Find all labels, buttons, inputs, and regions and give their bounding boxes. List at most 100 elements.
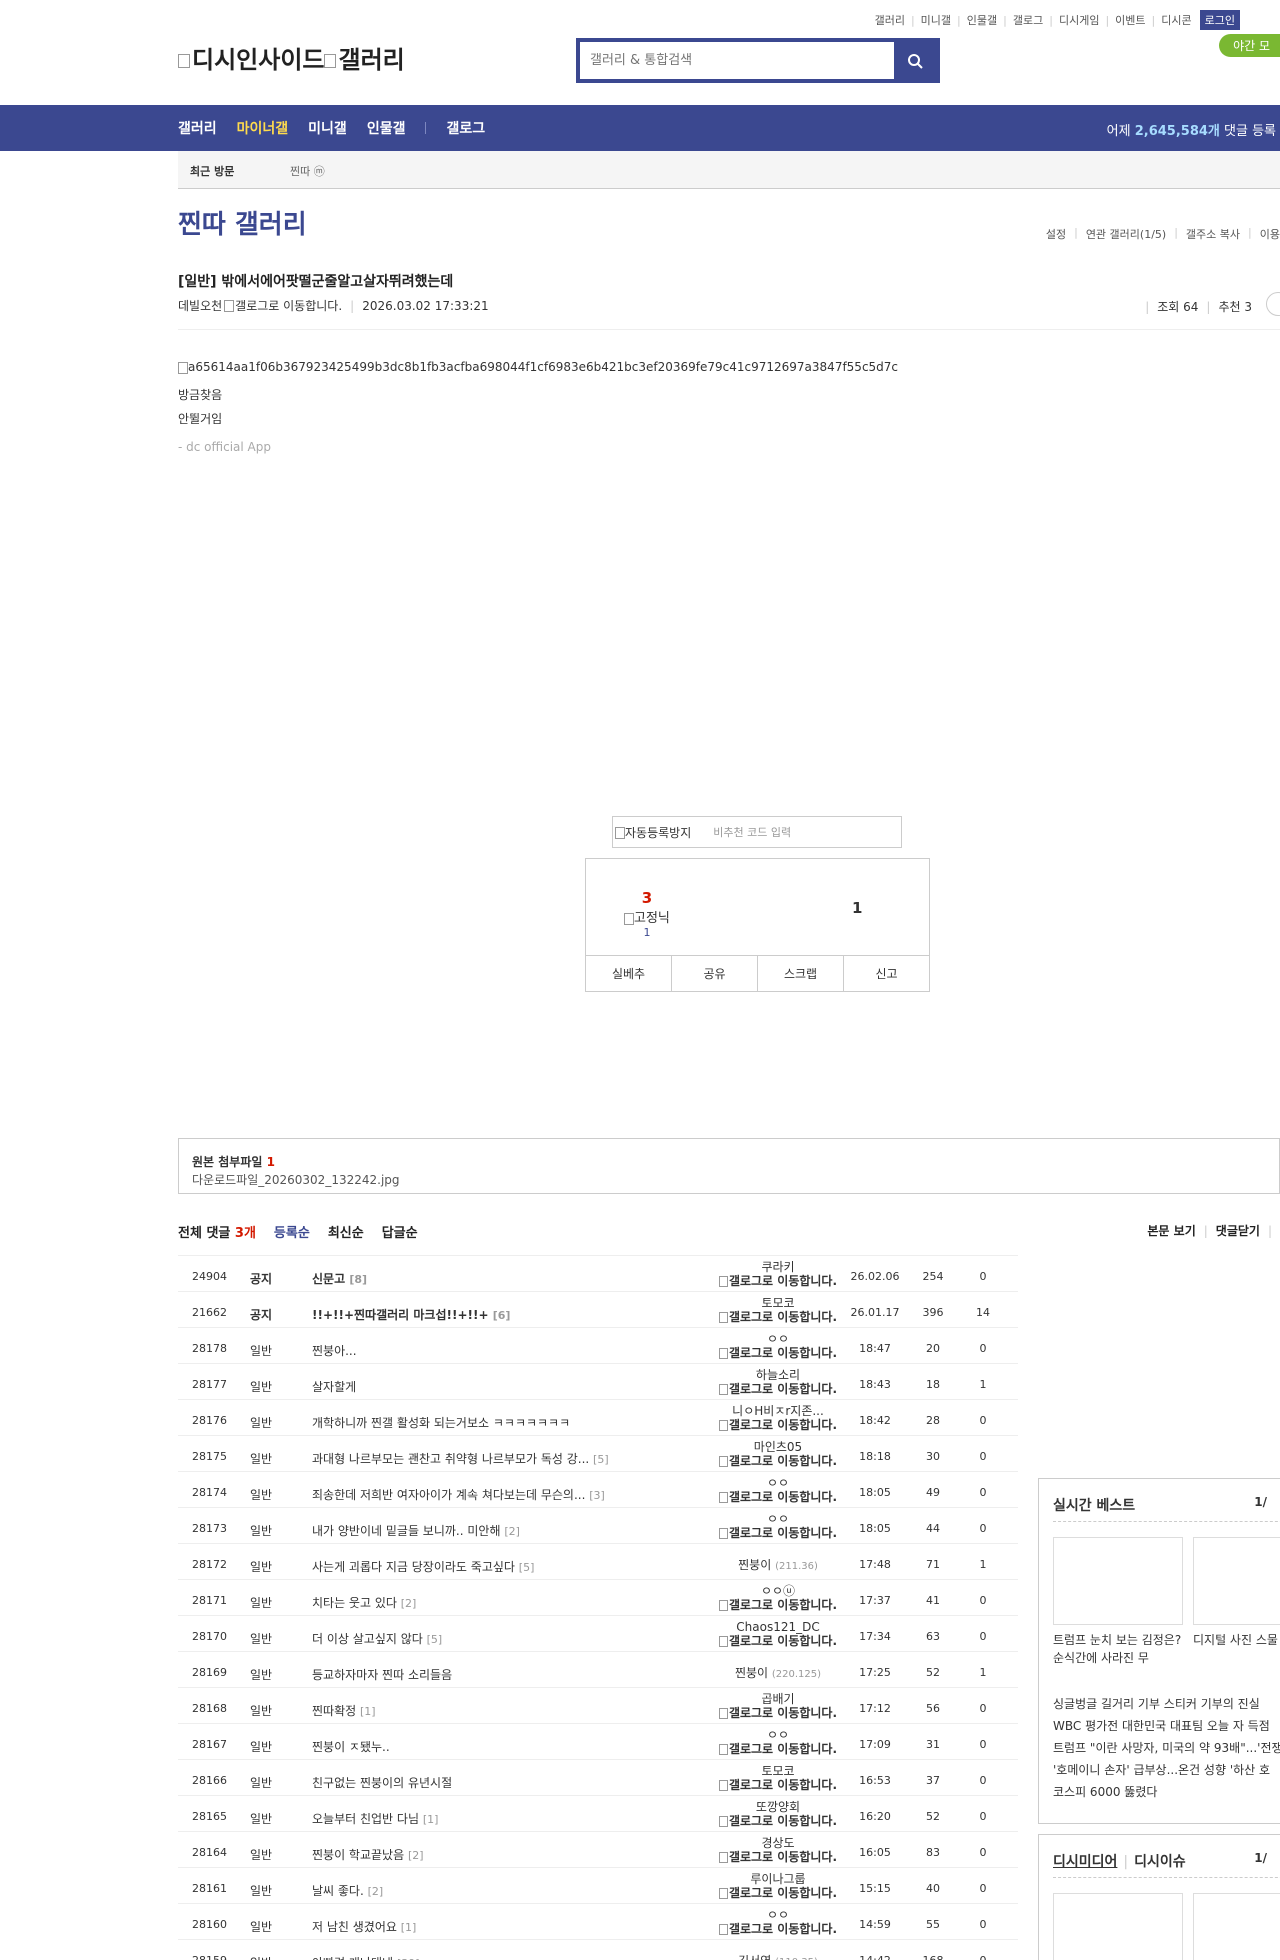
recommend-up[interactable]: 3 고정닉 1	[624, 889, 670, 939]
post-title-link[interactable]: 내가 양반이네 밑글들 보니까.. 미안해 [2]	[312, 1522, 652, 1539]
post-title-link[interactable]: 과대형 나르부모는 괜찬고 취약형 나르부모가 독성 강... [5]	[312, 1450, 652, 1467]
galog-icon[interactable]	[718, 1276, 728, 1287]
post-title-link[interactable]: !!+!!+찐따갤러리 마크섭!!+!!+ [6]	[312, 1306, 652, 1323]
table-row[interactable]: 28169 일반 등교하자마자 찐따 소리들음 찐붕이 (220.125) 17:25 5…	[178, 1652, 1018, 1688]
galog-icon[interactable]	[718, 1312, 728, 1323]
post-writer[interactable]: 마인츠05 갤로그로 이동합니다.	[718, 1440, 838, 1468]
nav-minor-gallery[interactable]: 마이너갤	[237, 118, 289, 138]
post-title-link[interactable]: 찐붕이 ㅈ됐누..	[312, 1738, 652, 1755]
nav-person-gallery[interactable]: 인물갤	[367, 118, 406, 138]
galog-icon[interactable]	[718, 1924, 728, 1935]
copy-address-link[interactable]: 갤주소 복사	[1186, 226, 1240, 242]
attachment-file[interactable]: 다운로드파일_20260302_132242.jpg	[192, 1171, 400, 1188]
comment-count[interactable]: [2]	[401, 1597, 417, 1610]
table-row[interactable]: 21662 공지 !!+!!+찐따갤러리 마크섭!!+!!+ [6] 토모코 갤로그로 …	[178, 1292, 1018, 1328]
login-button[interactable]: 로그인	[1199, 10, 1240, 30]
post-title-link[interactable]: 사는게 괴롭다 지금 당장이라도 죽고싶다 [5]	[312, 1558, 652, 1575]
galog-icon[interactable]	[718, 1708, 728, 1719]
galog-icon[interactable]	[718, 1348, 728, 1359]
top-link[interactable]: 디시콘	[1161, 12, 1191, 28]
share-button[interactable]: 공유	[672, 956, 758, 991]
media-thumb[interactable]	[1053, 1893, 1183, 1960]
post-writer[interactable]: 찐붕이 (211.36)	[718, 1558, 838, 1574]
comment-count[interactable]: [1]	[401, 1921, 417, 1934]
top-link[interactable]: 갤로그	[1013, 12, 1043, 28]
comment-count[interactable]: [5]	[519, 1561, 535, 1574]
best-list-item[interactable]: WBC 평가전 대한민국 대표팀 오늘 자 득점	[1053, 1717, 1270, 1734]
post-writer[interactable]: ㅇㅇ 갤로그로 이동합니다.	[718, 1512, 838, 1540]
post-writer[interactable]: 경상도 갤로그로 이동합니다.	[718, 1836, 838, 1864]
table-row[interactable]: 28160 일반 저 남친 생겼어요 [1] ㅇㅇ 갤로그로 이동합니다. 14:59 55…	[178, 1904, 1018, 1940]
usage-link[interactable]: 이용	[1260, 226, 1280, 242]
table-row[interactable]: 28168 일반 찐따확정 [1] 곱배기 갤로그로 이동합니다. 17:12 56 0	[178, 1688, 1018, 1724]
table-row[interactable]: 28171 일반 치타는 웃고 있다 [2] ㅇㅇⓤ 갤로그로 이동합니다. 17:37 4…	[178, 1580, 1018, 1616]
post-writer[interactable]: 김서영 (110.35)	[718, 1954, 838, 1960]
comment-count[interactable]: [1]	[360, 1705, 376, 1718]
media-thumb[interactable]	[1193, 1893, 1280, 1960]
comment-count[interactable]: [5]	[593, 1453, 609, 1466]
search-button[interactable]	[894, 42, 936, 79]
best-list-item[interactable]: 코스피 6000 뚫렸다	[1053, 1783, 1157, 1800]
comment-count[interactable]: [1]	[423, 1813, 439, 1826]
best-list-item[interactable]: 트럼프 "이란 사망자, 미국의 약 93배"...'전쟁	[1053, 1739, 1280, 1756]
post-writer[interactable]: 루이나그룹 갤로그로 이동합니다.	[718, 1872, 838, 1900]
galog-icon[interactable]	[718, 1492, 728, 1503]
table-row[interactable]: 28178 일반 찐붕아... ㅇㅇ 갤로그로 이동합니다. 18:47 20 0	[178, 1328, 1018, 1364]
post-title-link[interactable]: 저 남친 생겼어요 [1]	[312, 1918, 652, 1935]
post-title-link[interactable]: 죄송한데 저희반 여자아이가 계속 쳐다보는데 무슨의... [3]	[312, 1486, 652, 1503]
table-row[interactable]: 28176 일반 개학하니까 찐갤 활성화 되는거보소 ㅋㅋㅋㅋㅋㅋㅋ 니ㅇH비ㅈr지…	[178, 1400, 1018, 1436]
table-row[interactable]: 28175 일반 과대형 나르부모는 괜찬고 취약형 나르부모가 독성 강... […	[178, 1436, 1018, 1472]
post-writer[interactable]: 토모코 갤로그로 이동합니다.	[718, 1764, 838, 1792]
galog-icon[interactable]	[718, 1852, 728, 1863]
best-thumb[interactable]	[1053, 1537, 1183, 1625]
post-title-link[interactable]: 더 이상 살고싶지 않다 [5]	[312, 1630, 652, 1647]
post-writer[interactable]: ㅇㅇ 갤로그로 이동합니다.	[718, 1728, 838, 1756]
table-row[interactable]: 28164 일반 찐붕이 학교끝났음 [2] 경상도 갤로그로 이동합니다. 16:05 8…	[178, 1832, 1018, 1868]
recommend-down-count[interactable]: 1	[852, 899, 862, 917]
comment-count[interactable]: [2]	[368, 1885, 384, 1898]
post-title-link[interactable]: 친구없는 찐붕이의 유년시절	[312, 1774, 652, 1791]
post-title-link[interactable]: 등교하자마자 찐따 소리들음	[312, 1666, 652, 1683]
post-writer[interactable]: 곱배기 갤로그로 이동합니다.	[718, 1692, 838, 1720]
post-title-link[interactable]: 아빠련 개나대네 [39]	[312, 1954, 652, 1960]
post-writer[interactable]: ㅇㅇ 갤로그로 이동합니다.	[718, 1908, 838, 1936]
nav-gallery[interactable]: 갤러리	[178, 118, 217, 138]
galog-icon[interactable]	[718, 1816, 728, 1827]
post-writer[interactable]: ㅇㅇ 갤로그로 이동합니다.	[718, 1476, 838, 1504]
galog-icon[interactable]	[718, 1888, 728, 1899]
table-row[interactable]: 28177 일반 살자할게 하늘소리 갤로그로 이동합니다. 18:43 18 1	[178, 1364, 1018, 1400]
nav-mini-gallery[interactable]: 미니갤	[308, 118, 347, 138]
post-title-link[interactable]: 날씨 좋다. [2]	[312, 1882, 652, 1899]
table-row[interactable]: 28165 일반 오늘부터 친업반 다님 [1] 또깡양회 갤로그로 이동합니다. 16:…	[178, 1796, 1018, 1832]
galog-icon[interactable]	[718, 1780, 728, 1791]
post-writer[interactable]: 니ㅇH비ㅈr지존... 갤로그로 이동합니다.	[718, 1404, 838, 1432]
comment-count[interactable]: [5]	[427, 1633, 443, 1646]
post-title-link[interactable]: 찐붕이 학교끝났음 [2]	[312, 1846, 652, 1863]
comment-count[interactable]: [2]	[408, 1849, 424, 1862]
site-logo[interactable]: 디시인사이드 갤러리	[178, 40, 405, 75]
galog-icon[interactable]	[718, 1456, 728, 1467]
galog-icon[interactable]	[718, 1600, 728, 1611]
related-gallery-link[interactable]: 연관 갤러리(1/5)	[1086, 226, 1166, 242]
table-row[interactable]: 24904 공지 신문고 [8] 쿠라키 갤로그로 이동합니다. 26.02.06 254 0	[178, 1256, 1018, 1292]
comment-count[interactable]: [2]	[504, 1525, 520, 1538]
galog-icon[interactable]	[718, 1636, 728, 1647]
best-caption[interactable]: 디지털 사진 스물 장	[1193, 1631, 1280, 1649]
search-input[interactable]	[580, 42, 894, 79]
table-row[interactable]: 28166 일반 친구없는 찐붕이의 유년시절 토모코 갤로그로 이동합니다. 16:53…	[178, 1760, 1018, 1796]
table-row[interactable]: 28173 일반 내가 양반이네 밑글들 보니까.. 미안해 [2] ㅇㅇ 갤로그로 이…	[178, 1508, 1018, 1544]
best-list-item[interactable]: 싱글벙글 길거리 기부 스티커 기부의 진실	[1053, 1695, 1260, 1712]
scrap-button[interactable]: 스크랩	[758, 956, 844, 991]
report-button[interactable]: 신고	[844, 956, 929, 991]
galog-icon[interactable]	[718, 1384, 728, 1395]
close-comments-button[interactable]: 댓글닫기	[1216, 1224, 1260, 1238]
comment-count[interactable]: [6]	[493, 1309, 511, 1322]
galog-icon[interactable]	[224, 299, 235, 312]
top-link[interactable]: 이벤트	[1115, 12, 1145, 28]
galog-icon[interactable]	[718, 1420, 728, 1431]
captcha-input[interactable]: 비추천 코드 입력	[713, 824, 791, 840]
table-row[interactable]: 28159 일반 아빠련 개나대네 [39] 김서영 (110.35) 14:42 168…	[178, 1940, 1018, 1960]
silbe-button[interactable]: 실베추	[586, 956, 672, 991]
settings-link[interactable]: 설정	[1046, 226, 1066, 242]
post-title-link[interactable]: 개학하니까 찐갤 활성화 되는거보소 ㅋㅋㅋㅋㅋㅋㅋ	[312, 1414, 652, 1431]
